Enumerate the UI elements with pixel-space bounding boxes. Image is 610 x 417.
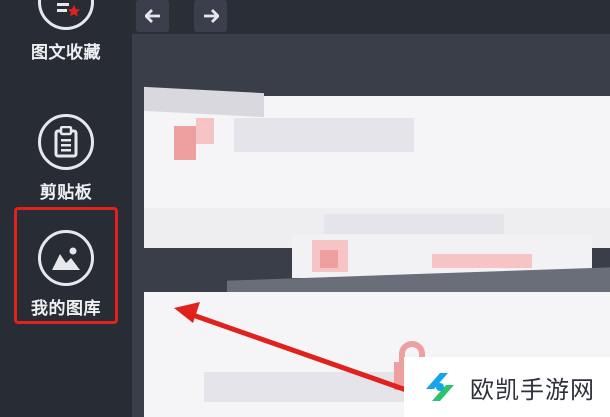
watermark-logo-icon: [426, 373, 454, 401]
sidebar-item-favorites[interactable]: 图文收藏: [14, 0, 118, 63]
forward-button[interactable]: [194, 0, 227, 32]
arrow-left-icon: [144, 9, 160, 23]
sidebar-item-label: 图文收藏: [31, 43, 101, 63]
blurred-text: [324, 214, 504, 234]
blurred-image: [174, 126, 196, 160]
blurred-image: [196, 118, 214, 144]
picture-icon: [38, 230, 94, 286]
watermark-text: 欧凯手游网: [470, 375, 595, 404]
sidebar-item-clipboard[interactable]: 剪贴板: [14, 114, 118, 203]
sidebar-item-label: 我的图库: [31, 299, 101, 319]
arrow-right-icon: [203, 9, 219, 23]
blurred-text: [234, 118, 414, 152]
back-button[interactable]: [136, 0, 169, 32]
top-toolbar: [132, 0, 610, 34]
sidebar-item-gallery[interactable]: 我的图库: [14, 207, 118, 324]
clipboard-icon: [38, 114, 94, 170]
sidebar: 图文收藏 剪贴板 我的图库: [0, 0, 132, 417]
watermark: 欧凯手游网: [404, 357, 610, 417]
sidebar-item-label: 剪贴板: [39, 183, 93, 203]
doc-star-icon: [38, 0, 94, 30]
